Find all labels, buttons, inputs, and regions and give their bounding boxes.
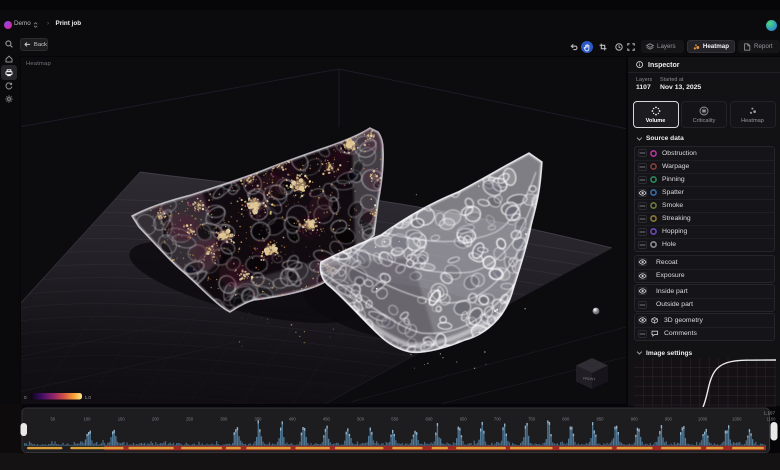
svg-text:1050: 1050 [732, 416, 742, 421]
svg-text:200: 200 [152, 416, 160, 421]
svg-text:1000: 1000 [698, 416, 708, 421]
svg-text:850: 850 [597, 416, 605, 421]
svg-text:250: 250 [186, 416, 194, 421]
svg-text:150: 150 [118, 416, 126, 421]
svg-text:50: 50 [50, 416, 55, 421]
svg-text:350: 350 [255, 416, 263, 421]
svg-text:1.0: 1.0 [85, 395, 92, 400]
svg-text:700: 700 [494, 416, 502, 421]
svg-text:600: 600 [426, 416, 434, 421]
svg-text:400: 400 [289, 416, 297, 421]
svg-text:0: 0 [24, 395, 27, 400]
svg-text:950: 950 [665, 416, 673, 421]
svg-text:450: 450 [323, 416, 331, 421]
svg-text:1,107: 1,107 [764, 411, 776, 416]
svg-text:1100: 1100 [766, 416, 776, 421]
svg-text:100: 100 [84, 416, 92, 421]
svg-text:800: 800 [562, 416, 570, 421]
svg-text:900: 900 [631, 416, 639, 421]
svg-text:650: 650 [460, 416, 468, 421]
svg-text:500: 500 [357, 416, 365, 421]
svg-text:750: 750 [528, 416, 536, 421]
svg-text:300: 300 [220, 416, 228, 421]
svg-text:550: 550 [391, 416, 399, 421]
